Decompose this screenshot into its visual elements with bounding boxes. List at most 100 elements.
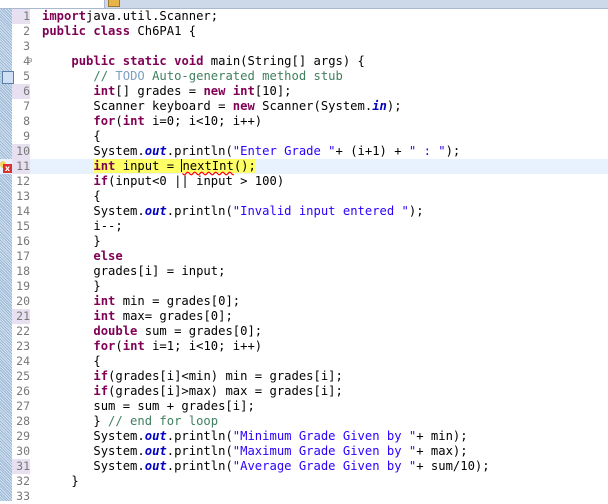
code-token: ); bbox=[408, 204, 424, 218]
line-number: 31 bbox=[12, 459, 30, 474]
code-token: Ch6PA1 { bbox=[130, 24, 197, 38]
code-line[interactable]: 29 System.out.println("Minimum Grade Giv… bbox=[0, 429, 608, 444]
code-line[interactable]: 19 } bbox=[0, 279, 608, 294]
code-token: out bbox=[144, 444, 167, 458]
error-marker-icon[interactable]: x bbox=[3, 164, 12, 173]
line-number: 30 bbox=[16, 444, 30, 458]
code-line[interactable]: 14 System.out.println("Invalid input ent… bbox=[0, 204, 608, 219]
code-line[interactable]: 22 double sum = grades[0]; bbox=[0, 324, 608, 339]
code-token: else bbox=[93, 249, 123, 263]
code-token: for bbox=[93, 114, 116, 128]
code-token: "Maximum Grade Given by " bbox=[232, 444, 417, 458]
code-line[interactable]: 16 } bbox=[0, 234, 608, 249]
code-line[interactable]: 13 { bbox=[0, 189, 608, 204]
code-line[interactable]: 8 for(int i=0; i<10; i++) bbox=[0, 114, 608, 129]
line-number: 5 bbox=[23, 69, 30, 83]
line-number: 2 bbox=[23, 24, 30, 38]
code-line[interactable]: 25 if(grades[i]<min) min = grades[i]; bbox=[0, 369, 608, 384]
code-line[interactable]: 9 { bbox=[0, 129, 608, 144]
line-number: 22 bbox=[16, 324, 30, 338]
code-token: System. bbox=[42, 429, 145, 443]
code-line[interactable]: 18 grades[i] = input; bbox=[0, 264, 608, 279]
code-line[interactable]: 32 } bbox=[0, 474, 608, 489]
line-number: 28 bbox=[16, 414, 30, 428]
code-token: ); bbox=[445, 144, 461, 158]
code-token: // bbox=[93, 69, 116, 83]
line-number: 11 bbox=[12, 159, 30, 174]
code-token: { bbox=[42, 354, 101, 368]
code-text: grades[i] = input; bbox=[42, 264, 225, 279]
code-token: .println( bbox=[166, 429, 233, 443]
code-line[interactable]: 20 int min = grades[0]; bbox=[0, 294, 608, 309]
code-line[interactable]: 3 bbox=[0, 39, 608, 54]
code-line[interactable]: 1 importjava.util.Scanner; bbox=[0, 9, 608, 24]
code-line[interactable]: 6 int[] grades = new int[10]; bbox=[0, 84, 608, 99]
code-line[interactable]: 26 if(grades[i]>max) max = grades[i]; bbox=[0, 384, 608, 399]
code-line[interactable]: 27 sum = sum + grades[i]; bbox=[0, 399, 608, 414]
code-token: max= grades[0]; bbox=[115, 309, 233, 323]
code-line[interactable]: 5 // TODO Auto-generated method stub bbox=[0, 69, 608, 84]
code-line[interactable]: 12 if(input<0 || input > 100) bbox=[0, 174, 608, 189]
code-line[interactable]: 2 public class Ch6PA1 { bbox=[0, 24, 608, 39]
code-line[interactable]: 4 ⊖ public static void main(String[] args… bbox=[0, 54, 608, 69]
code-token: (grades[i]<min) min = grades[i]; bbox=[108, 369, 343, 383]
code-token: sum = grades[0]; bbox=[137, 324, 263, 338]
line-number: 3 bbox=[23, 39, 30, 53]
code-token: Auto-generated method stub bbox=[144, 69, 343, 83]
code-line[interactable]: 21 int max= grades[0]; bbox=[0, 309, 608, 324]
code-token: } bbox=[42, 414, 109, 428]
code-text: importjava.util.Scanner; bbox=[42, 9, 218, 24]
code-token: + min); bbox=[416, 429, 468, 443]
code-text: int input = nextInt(); bbox=[42, 159, 256, 174]
code-token: .println( bbox=[166, 459, 233, 473]
code-token: out bbox=[144, 204, 167, 218]
code-line[interactable]: 33 bbox=[0, 489, 608, 504]
code-line[interactable]: 17 else bbox=[0, 249, 608, 264]
editor-tab-active[interactable] bbox=[0, 0, 105, 8]
code-editor[interactable]: 1 importjava.util.Scanner; 2 public class C… bbox=[0, 9, 608, 504]
code-text: System.out.println("Average Grade Given … bbox=[42, 459, 490, 474]
code-line[interactable]: 10 System.out.println("Enter Grade "+ (i… bbox=[0, 144, 608, 159]
code-token: main(String[] args) { bbox=[203, 54, 365, 68]
code-token: new bbox=[203, 84, 226, 98]
code-text: int max= grades[0]; bbox=[42, 309, 233, 324]
line-number: 27 bbox=[16, 399, 30, 413]
task-marker-icon[interactable] bbox=[2, 71, 14, 84]
code-line[interactable]: 11 x int input = nextInt(); bbox=[0, 159, 608, 174]
code-line[interactable]: 23 for(int i=1; i<10; i++) bbox=[0, 339, 608, 354]
code-token: + sum/10); bbox=[416, 459, 490, 473]
warning-file-icon[interactable] bbox=[108, 0, 120, 7]
code-line[interactable]: 24 { bbox=[0, 354, 608, 369]
code-line[interactable]: 28 } // end for loop bbox=[0, 414, 608, 429]
code-token: [10]; bbox=[254, 84, 292, 98]
code-text: if(input<0 || input > 100) bbox=[42, 174, 284, 189]
code-line[interactable]: 30 System.out.println("Maximum Grade Giv… bbox=[0, 444, 608, 459]
code-token: ( bbox=[115, 114, 123, 128]
code-line[interactable]: 7 Scanner keyboard = new Scanner(System.… bbox=[0, 99, 608, 114]
code-token: ); bbox=[386, 99, 402, 113]
code-token: "Minimum Grade Given by " bbox=[232, 429, 417, 443]
line-number: 16 bbox=[16, 234, 30, 248]
code-token: " : " bbox=[408, 144, 446, 158]
line-number: 15 bbox=[16, 219, 30, 233]
code-text: { bbox=[42, 189, 100, 204]
line-number: 1 bbox=[12, 9, 30, 24]
code-token: { bbox=[42, 129, 101, 143]
code-text: System.out.println("Enter Grade "+ (i+1)… bbox=[42, 144, 460, 159]
code-text: for(int i=1; i<10; i++) bbox=[42, 339, 262, 354]
code-token: System. bbox=[42, 204, 145, 218]
fold-collapse-icon[interactable]: ⊖ bbox=[27, 54, 32, 69]
code-token: int bbox=[122, 339, 145, 353]
code-token: double bbox=[93, 324, 138, 338]
code-text: Scanner keyboard = new Scanner(System.in… bbox=[42, 99, 402, 114]
code-line[interactable]: 31 System.out.println("Average Grade Giv… bbox=[0, 459, 608, 474]
code-token: java.util.Scanner; bbox=[86, 9, 219, 23]
code-line[interactable]: 15 i--; bbox=[0, 219, 608, 234]
code-text: { bbox=[42, 129, 101, 144]
code-text: int[] grades = new int[10]; bbox=[42, 84, 292, 99]
